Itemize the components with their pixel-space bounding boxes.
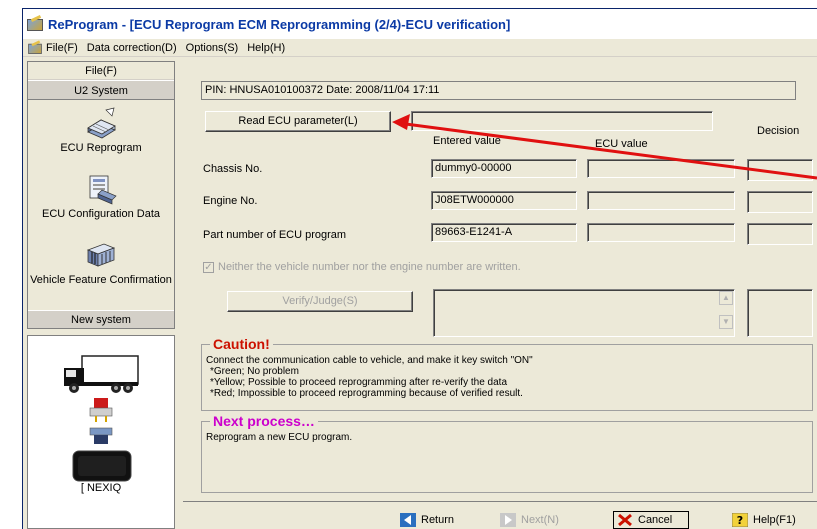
pin-date-info: PIN: HNUSA010100372 Date: 2008/11/04 17:… (201, 81, 796, 100)
entered-value-header: Entered value (433, 135, 501, 147)
decision-header: Decision (757, 125, 800, 137)
checkbox-label: Neither the vehicle number nor the engin… (218, 261, 521, 273)
verify-decision-box (747, 289, 813, 337)
ecu-program-part-label: Part number of ECU program (203, 229, 347, 241)
caution-text: Connect the communication cable to vehic… (206, 355, 533, 399)
engine-entered-field: J08ETW000000 (431, 191, 577, 210)
device-label: [ NEXIQ (80, 482, 122, 494)
caution-line: *Green; No problem (210, 366, 299, 377)
menu-data-correction[interactable]: Data correction(D) (87, 42, 177, 54)
title-bar: ReProgram - [ECU Reprogram ECM Reprogram… (23, 9, 817, 39)
verify-judge-button[interactable]: Verify/Judge(S) (227, 291, 413, 312)
neither-number-checkbox-row[interactable]: ✓ Neither the vehicle number nor the engi… (203, 261, 521, 273)
reprogram-app-icon (27, 17, 43, 31)
verify-result-box: ▲ ▼ (433, 289, 735, 337)
bottom-button-bar: Return Next(N) Cancel ? Help(F1) (183, 501, 817, 529)
sidebar-item-label: ECU Configuration Data (41, 208, 160, 220)
sidebar-item-ecu-configuration[interactable]: ECU Configuration Data (28, 166, 174, 232)
sidebar-item-vehicle-feature[interactable]: Vehicle Feature Confirmation (28, 232, 174, 298)
sidebar-item-label: Vehicle Feature Confirmation (30, 274, 172, 286)
menu-file[interactable]: File(F) (46, 42, 78, 54)
chassis-ecu-field (587, 159, 735, 178)
app-window: ReProgram - [ECU Reprogram ECM Reprogram… (22, 8, 817, 529)
read-ecu-parameter-button[interactable]: Read ECU parameter(L) (205, 111, 391, 132)
next-label: Next(N) (521, 514, 559, 526)
nexiq-device-icon (72, 450, 132, 485)
svg-text:?: ? (737, 514, 743, 527)
part-entered-field: 89663-E1241-A (431, 223, 577, 242)
main-panel: PIN: HNUSA010100372 Date: 2008/11/04 17:… (183, 61, 817, 529)
sidebar-group-u2-system[interactable]: U2 System (28, 80, 174, 100)
help-button[interactable]: ? Help(F1) (729, 510, 796, 529)
caution-line: Connect the communication cable to vehic… (206, 355, 533, 366)
device-panel: [ NEXIQ (27, 335, 175, 529)
sidebar: File(F) U2 System ECU Reprogram ECU Conf… (27, 61, 175, 329)
next-process-text: Reprogram a new ECU program. (206, 432, 353, 443)
ecu-reprogram-icon (84, 106, 118, 140)
verify-result-scrollbar[interactable]: ▲ ▼ (719, 291, 733, 329)
sidebar-item-label: ECU Reprogram (60, 142, 142, 154)
menu-help[interactable]: Help(H) (247, 42, 285, 54)
help-label: Help(F1) (753, 514, 796, 526)
chassis-entered-field: dummy0-00000 (431, 159, 577, 178)
window-title: ReProgram - [ECU Reprogram ECM Reprogram… (48, 16, 511, 32)
next-process-group: Next process… Reprogram a new ECU progra… (201, 413, 813, 493)
scroll-up-icon[interactable]: ▲ (719, 291, 733, 305)
help-question-icon: ? (731, 512, 749, 528)
part-ecu-field (587, 223, 735, 242)
sidebar-item-ecu-reprogram[interactable]: ECU Reprogram (28, 100, 174, 166)
sidebar-new-system[interactable]: New system (28, 310, 174, 328)
chassis-no-label: Chassis No. (203, 163, 263, 175)
next-process-title: Next process… (210, 413, 318, 429)
menu-bar: File(F) Data correction(D) Options(S) He… (23, 39, 817, 57)
ecu-value-header: ECU value (595, 138, 648, 150)
cancel-x-icon (617, 513, 633, 527)
truck-icon (62, 354, 142, 397)
engine-decision-field (747, 191, 813, 213)
menu-options[interactable]: Options(S) (186, 42, 239, 54)
read-status-field (411, 111, 713, 131)
vehicle-feature-icon (84, 238, 118, 272)
menu-app-icon[interactable] (28, 42, 42, 54)
caution-line: *Yellow; Possible to proceed reprogrammi… (210, 377, 508, 388)
part-decision-field (747, 223, 813, 245)
engine-no-label: Engine No. (203, 195, 258, 207)
engine-ecu-field (587, 191, 735, 210)
next-button[interactable]: Next(N) (497, 510, 559, 529)
check-icon[interactable]: ✓ (203, 261, 214, 273)
caution-line: *Red; Impossible to proceed reprogrammin… (210, 388, 523, 399)
cancel-label: Cancel (638, 514, 673, 526)
cancel-button[interactable]: Cancel (613, 511, 689, 529)
connector-icon (86, 398, 116, 447)
sidebar-header[interactable]: File(F) (28, 62, 174, 80)
caution-title: Caution! (210, 336, 273, 352)
return-button[interactable]: Return (397, 510, 454, 529)
scroll-down-icon[interactable]: ▼ (719, 315, 733, 329)
return-arrow-icon (400, 513, 416, 527)
ecu-configuration-icon (84, 172, 118, 206)
next-arrow-icon (500, 513, 516, 527)
chassis-decision-field (747, 159, 813, 181)
caution-group: Caution! Connect the communication cable… (201, 336, 813, 411)
return-label: Return (421, 514, 455, 526)
